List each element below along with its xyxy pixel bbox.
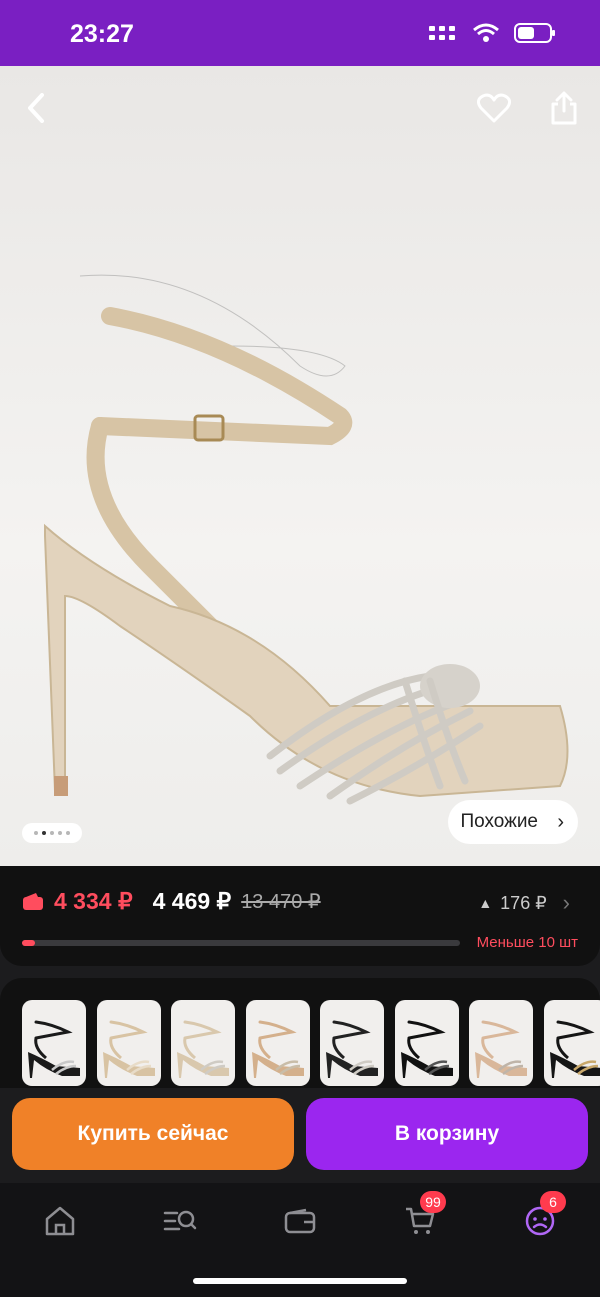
- dot-active: [42, 831, 46, 835]
- price-old: 13 470 ₽: [241, 891, 321, 913]
- tab-catalog[interactable]: [158, 1199, 202, 1243]
- variant-swatch[interactable]: [320, 1000, 384, 1086]
- chevron-right-icon: ›: [557, 811, 564, 833]
- share-icon: [551, 91, 577, 125]
- triangle-up-icon: ▲: [478, 895, 493, 911]
- variant-swatch[interactable]: [171, 1000, 235, 1086]
- tab-cart[interactable]: 99: [398, 1191, 446, 1243]
- wallet-icon: [23, 892, 43, 910]
- variant-swatch[interactable]: [469, 1000, 533, 1086]
- sandal-thumbnail: [475, 1020, 527, 1078]
- home-indicator: [193, 1278, 407, 1284]
- chevron-left-icon: [28, 93, 44, 123]
- heart-icon: [477, 93, 511, 123]
- variant-strip: [0, 978, 600, 1088]
- dot: [34, 831, 38, 835]
- price-change-value: 176 ₽: [500, 892, 547, 913]
- variant-swatch[interactable]: [96, 1000, 161, 1086]
- action-bar: Купить сейчас В корзину: [0, 1088, 600, 1183]
- product-image-gallery[interactable]: Похожие ›: [0, 66, 600, 866]
- chevron-right-icon: ›: [562, 890, 570, 915]
- sandal-thumbnail: [549, 1020, 600, 1078]
- wallet-tab-icon: [284, 1208, 316, 1234]
- variant-swatch[interactable]: [543, 1000, 600, 1086]
- price-regular: 4 469 ₽: [152, 888, 232, 914]
- tab-profile[interactable]: 6: [518, 1191, 566, 1243]
- add-to-cart-button[interactable]: В корзину: [306, 1098, 588, 1170]
- cart-badge: 99: [420, 1191, 446, 1213]
- stock-text: Меньше 10 шт: [476, 934, 578, 951]
- catalog-search-icon: [163, 1210, 197, 1231]
- battery-icon: [514, 23, 555, 43]
- variant-swatch[interactable]: [394, 1000, 459, 1086]
- variant-swatch[interactable]: [245, 1000, 310, 1086]
- stock-progress: [22, 940, 460, 946]
- similar-label: Похожие: [460, 811, 538, 832]
- variant-swatch[interactable]: [22, 1000, 86, 1086]
- status-time: 23:27: [70, 20, 134, 48]
- dot: [58, 831, 62, 835]
- favorite-button[interactable]: [472, 86, 516, 130]
- tab-home[interactable]: [38, 1199, 82, 1243]
- price-panel: 4 334 ₽ 4 469 ₽ 13 470 ₽ ▲ 176 ₽ › Меньш…: [0, 866, 600, 966]
- buy-now-button[interactable]: Купить сейчас: [12, 1098, 294, 1170]
- similar-button[interactable]: Похожие ›: [448, 800, 578, 844]
- sandal-thumbnail: [177, 1020, 229, 1078]
- tab-wallet[interactable]: [278, 1199, 322, 1243]
- profile-badge: 6: [540, 1191, 566, 1213]
- home-icon: [45, 1206, 75, 1236]
- signal-icon: [429, 26, 455, 40]
- status-bar: 23:27: [0, 0, 600, 66]
- stock-progress-fill: [22, 940, 36, 946]
- price-card: 4 334 ₽: [54, 888, 133, 914]
- back-button[interactable]: [14, 86, 58, 130]
- gallery-pagination[interactable]: [22, 823, 82, 843]
- sandal-thumbnail: [102, 1020, 155, 1078]
- sandal-image: [44, 274, 569, 805]
- sandal-thumbnail: [28, 1020, 80, 1078]
- price-row: 4 334 ₽ 4 469 ₽ 13 470 ₽: [22, 888, 321, 915]
- share-button[interactable]: [542, 86, 586, 130]
- sandal-thumbnail: [400, 1020, 453, 1078]
- dot: [66, 831, 70, 835]
- tab-bar: 99 6: [0, 1183, 600, 1297]
- status-icons: [428, 22, 556, 44]
- dot: [50, 831, 54, 835]
- sandal-thumbnail: [251, 1020, 304, 1078]
- price-change[interactable]: ▲ 176 ₽ ›: [478, 890, 570, 916]
- wifi-icon: [473, 23, 499, 42]
- sandal-thumbnail: [326, 1020, 378, 1078]
